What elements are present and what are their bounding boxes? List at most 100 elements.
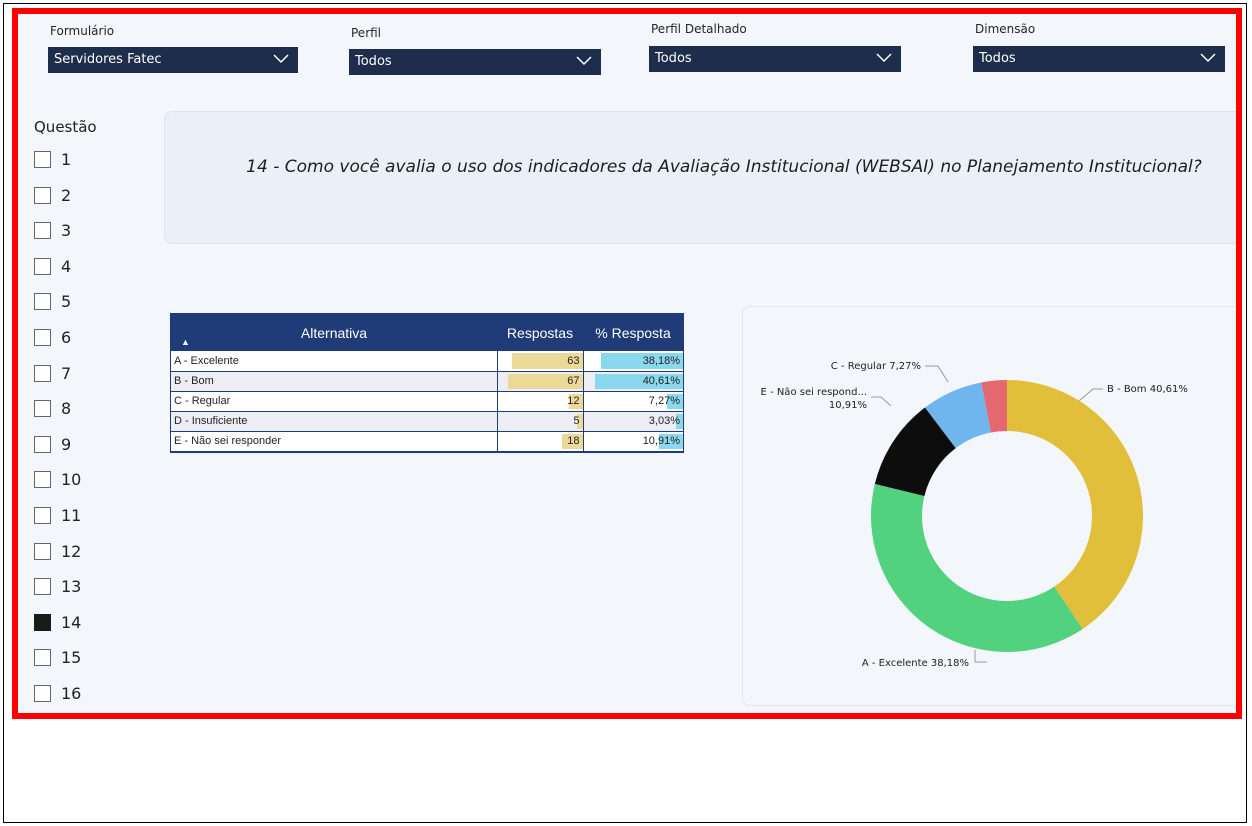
cell-alternativa: B - Bom — [171, 371, 497, 392]
question-option-9[interactable]: 9 — [34, 433, 71, 455]
cell-alternativa: D - Insuficiente — [171, 411, 497, 432]
cell-respostas: 67 — [496, 371, 583, 392]
responses-table: Alternativa ▲ Respostas % Resposta A - E… — [170, 313, 684, 453]
question-option-15[interactable]: 15 — [34, 646, 81, 668]
question-option-5[interactable]: 5 — [34, 290, 71, 312]
question-option-label: 16 — [61, 683, 82, 703]
question-option-4[interactable]: 4 — [34, 255, 71, 277]
data-label: B - Bom 40,61% — [1107, 384, 1188, 395]
question-option-14[interactable]: 14 — [34, 611, 81, 633]
leader-line — [925, 365, 949, 383]
question-option-label: 4 — [61, 256, 72, 276]
checkbox-unchecked[interactable] — [34, 542, 51, 560]
checkbox-unchecked[interactable] — [34, 470, 51, 488]
checkbox-unchecked[interactable] — [34, 150, 51, 168]
cell-text: 7,27% — [648, 395, 680, 407]
question-option-label: 9 — [61, 434, 72, 454]
question-title: 14 - Como você avalia o uso dos indicado… — [246, 157, 1202, 177]
cell-percent: 10,91% — [582, 431, 683, 452]
checkbox-unchecked[interactable] — [34, 399, 51, 417]
filter-label-dimensao: Dimensão — [975, 22, 1036, 36]
cell-alternativa: E - Não sei responder — [171, 431, 497, 452]
leader-line — [871, 396, 892, 407]
question-option-8[interactable]: 8 — [34, 397, 71, 419]
chevron-down-icon — [1200, 53, 1216, 63]
donut-slice[interactable] — [871, 483, 1083, 652]
column-header-respostas[interactable]: Respostas — [497, 314, 583, 351]
checkbox-unchecked[interactable] — [34, 577, 51, 595]
question-option-3[interactable]: 3 — [34, 219, 71, 241]
cell-text: C - Regular — [174, 395, 231, 407]
cell-text: 38,18% — [642, 354, 680, 367]
dropdown-formulario[interactable]: Servidores Fatec — [48, 47, 298, 73]
checkbox-unchecked[interactable] — [34, 684, 51, 702]
table-row[interactable]: E - Não sei responder 18 10,91% — [171, 431, 683, 452]
checkbox-unchecked[interactable] — [34, 328, 51, 346]
leader-line — [974, 650, 987, 663]
checkbox-unchecked[interactable] — [34, 364, 51, 382]
checkbox-unchecked[interactable] — [34, 257, 51, 275]
leader-line — [1078, 388, 1103, 402]
donut-slice[interactable] — [1007, 380, 1143, 630]
table-row[interactable]: B - Bom 67 40,61% — [171, 371, 683, 392]
cell-text: A - Excelente — [174, 354, 239, 367]
cell-text: E - Não sei responder — [174, 435, 281, 447]
question-title-card: 14 - Como você avalia o uso dos indicado… — [164, 111, 1236, 244]
cell-text: 63 — [567, 354, 580, 367]
sort-ascending-icon: ▲ — [181, 337, 190, 347]
question-option-label: 14 — [61, 612, 82, 632]
dropdown-value: Todos — [979, 51, 1016, 66]
dropdown-value: Servidores Fatec — [54, 52, 162, 67]
cell-text: 18 — [567, 435, 580, 447]
cell-percent: 7,27% — [582, 391, 683, 412]
data-label: A - Excelente 38,18% — [862, 658, 969, 669]
checkbox-unchecked[interactable] — [34, 506, 51, 524]
question-option-1[interactable]: 1 — [34, 148, 71, 170]
question-option-13[interactable]: 13 — [34, 575, 81, 597]
column-header-percent[interactable]: % Resposta — [583, 314, 683, 351]
checkbox-unchecked[interactable] — [34, 221, 51, 239]
question-option-16[interactable]: 16 — [34, 682, 81, 704]
cell-text: B - Bom — [174, 375, 214, 387]
cell-alternativa: A - Excelente — [171, 351, 497, 372]
data-label: E - Não sei respond... — [761, 387, 867, 398]
checkbox-unchecked[interactable] — [34, 435, 51, 453]
donut-chart: B - Bom 40,61% A - Excelente 38,18% E - Nã… — [761, 361, 1188, 669]
checkbox-unchecked[interactable] — [34, 648, 51, 666]
filter-label-perfil-detalhado: Perfil Detalhado — [651, 22, 747, 36]
checkbox-unchecked[interactable] — [34, 186, 51, 204]
dashboard-panel: Formulário Servidores Fatec Perfil Todos… — [12, 8, 1242, 719]
data-label: 10,91% — [829, 400, 867, 411]
question-option-11[interactable]: 11 — [34, 504, 81, 526]
question-option-label: 15 — [61, 647, 82, 667]
table-row[interactable]: A - Excelente 63 38,18% — [171, 351, 683, 372]
cell-text: 3,03% — [648, 415, 680, 427]
dropdown-value: Todos — [655, 51, 692, 66]
column-header-alternativa[interactable]: Alternativa ▲ — [171, 314, 497, 351]
cell-text: 67 — [567, 375, 580, 387]
table-row[interactable]: C - Regular 12 7,27% — [171, 391, 683, 412]
question-option-label: 3 — [61, 220, 72, 240]
question-option-label: 8 — [61, 398, 72, 418]
cell-text: 10,91% — [642, 435, 680, 447]
cell-respostas: 18 — [496, 431, 583, 452]
checkbox-unchecked[interactable] — [34, 292, 51, 310]
dropdown-perfil[interactable]: Todos — [349, 49, 601, 75]
question-option-6[interactable]: 6 — [34, 326, 71, 348]
dropdown-value: Todos — [355, 54, 392, 69]
question-option-label: 2 — [61, 185, 72, 205]
question-option-label: 7 — [61, 363, 72, 383]
table-row[interactable]: D - Insuficiente 5 3,03% — [171, 411, 683, 432]
dropdown-dimensao[interactable]: Todos — [973, 46, 1225, 72]
cell-percent: 38,18% — [582, 351, 683, 372]
chevron-down-icon — [576, 56, 592, 66]
question-slicer-label: Questão — [34, 118, 97, 136]
question-option-2[interactable]: 2 — [34, 184, 71, 206]
checkbox-checked[interactable] — [34, 613, 51, 631]
question-option-12[interactable]: 12 — [34, 540, 81, 562]
cell-text: 5 — [573, 415, 580, 427]
question-option-7[interactable]: 7 — [34, 362, 71, 384]
cell-percent: 40,61% — [582, 371, 683, 392]
question-option-10[interactable]: 10 — [34, 468, 81, 490]
dropdown-perfil-detalhado[interactable]: Todos — [649, 46, 901, 72]
